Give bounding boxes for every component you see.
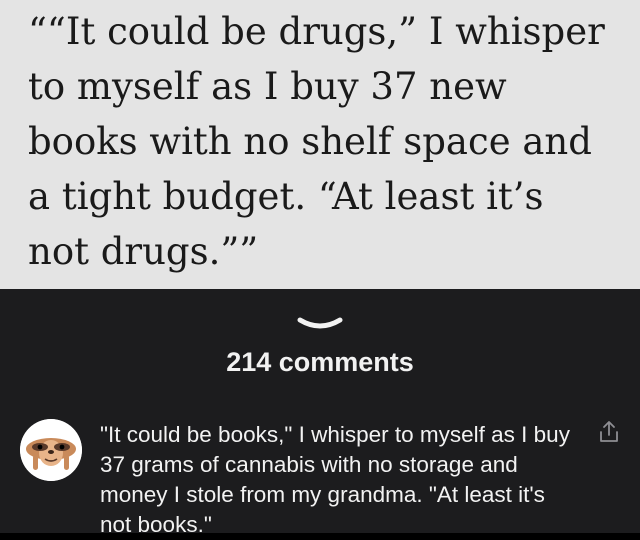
quoted-post-image: ““It could be drugs,” I whisper to mysel… [0, 0, 640, 289]
avatar[interactable] [20, 419, 82, 481]
chevron-down-icon[interactable] [295, 314, 345, 334]
comments-count[interactable]: 214 comments [0, 347, 640, 378]
share-icon[interactable] [598, 420, 620, 444]
sloth-face-icon [20, 419, 82, 481]
quote-text: ““It could be drugs,” I whisper to mysel… [28, 10, 605, 273]
comment-text: "It could be books," I whisper to myself… [100, 422, 570, 537]
